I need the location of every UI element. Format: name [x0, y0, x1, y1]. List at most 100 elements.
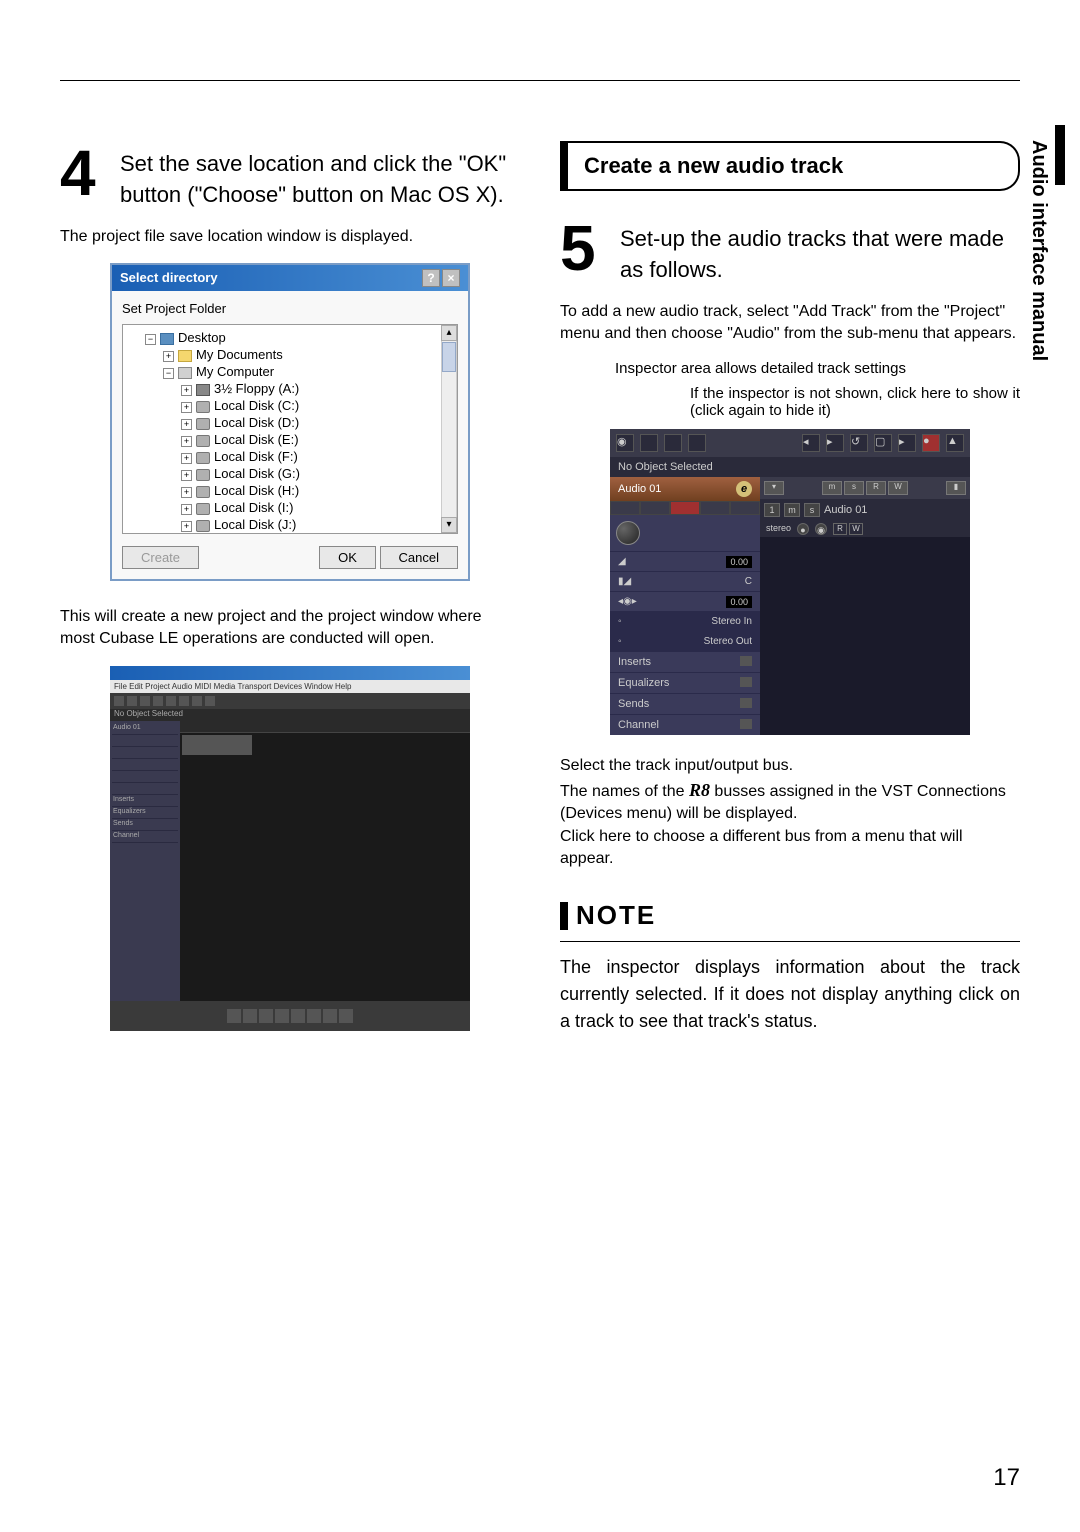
expand-icon[interactable]: + — [181, 504, 192, 515]
toolbar-icon[interactable] — [640, 434, 658, 452]
mute-button[interactable]: m — [822, 481, 842, 495]
solo-button[interactable]: s — [844, 481, 864, 495]
write-automation-button[interactable]: W — [888, 481, 908, 495]
help-button[interactable]: ? — [422, 269, 440, 287]
monitor-button[interactable]: ◉ — [815, 523, 827, 535]
toolbar-icon[interactable] — [205, 696, 215, 706]
cancel-button[interactable]: Cancel — [380, 546, 458, 569]
inspector-tab-record[interactable] — [670, 501, 700, 515]
expand-icon[interactable]: + — [181, 453, 192, 464]
toolbar-icon[interactable] — [192, 696, 202, 706]
transport-panel[interactable] — [110, 1001, 470, 1031]
dropdown-icon[interactable]: ▾ — [764, 481, 784, 495]
scroll-up-button[interactable]: ▴ — [441, 325, 457, 341]
inspector-toggle-icon[interactable]: ◉ — [616, 434, 634, 452]
toolbar-icon[interactable] — [664, 434, 682, 452]
read-automation-button[interactable]: R — [866, 481, 886, 495]
pan-icon[interactable]: ▮◢ — [618, 576, 631, 587]
toolbar-icon[interactable] — [166, 696, 176, 706]
tree-item-disk-i[interactable]: +Local Disk (I:) — [127, 499, 453, 516]
edit-channel-button[interactable]: e — [736, 481, 752, 497]
delay-icon[interactable]: ◂◉▸ — [618, 596, 637, 607]
input-bus-selector[interactable]: ◦Stereo In — [610, 611, 760, 631]
toolbar-icon[interactable] — [688, 434, 706, 452]
track-icon[interactable]: ▮ — [946, 481, 966, 495]
timeline-ruler[interactable] — [180, 721, 470, 733]
scroll-down-button[interactable]: ▾ — [441, 517, 457, 533]
arrow-tool-icon[interactable]: ▲ — [946, 434, 964, 452]
toolbar-icon[interactable] — [140, 696, 150, 706]
expand-icon[interactable]: + — [181, 402, 192, 413]
expand-icon[interactable]: + — [181, 470, 192, 481]
close-button[interactable]: × — [442, 269, 460, 287]
inspector-tab[interactable] — [610, 501, 640, 515]
toolbar-icon[interactable] — [114, 696, 124, 706]
inspector-tab[interactable] — [640, 501, 670, 515]
rewind-button[interactable] — [227, 1009, 241, 1023]
inspector-inserts[interactable]: Inserts — [112, 795, 178, 807]
inspector-sends[interactable]: Sends — [610, 693, 760, 714]
collapse-icon[interactable]: − — [145, 334, 156, 345]
next-button[interactable] — [275, 1009, 289, 1023]
toolbar-icon[interactable] — [127, 696, 137, 706]
inspector-panel[interactable]: Audio 01 Inserts Equalizers Sends Channe… — [110, 721, 180, 1001]
inspector-channel[interactable]: Channel — [610, 714, 760, 735]
expand-icon[interactable]: + — [181, 521, 192, 532]
cycle-icon[interactable]: ↺ — [850, 434, 868, 452]
tree-item-disk-k[interactable]: +ローカル (K:) — [127, 533, 453, 534]
expand-icon[interactable]: + — [163, 351, 174, 362]
folder-tree[interactable]: ▴ ▾ −Desktop +My Documents −My Computer … — [122, 324, 458, 534]
write-automation-button[interactable]: W — [849, 523, 863, 535]
inspector-panel[interactable]: Audio 01 e ◢0.00 — [610, 477, 760, 735]
prev-button[interactable] — [259, 1009, 273, 1023]
play-icon[interactable]: ▸ — [898, 434, 916, 452]
channel-icon[interactable] — [740, 719, 752, 729]
record-button[interactable] — [339, 1009, 353, 1023]
expand-icon[interactable]: + — [181, 419, 192, 430]
ok-button[interactable]: OK — [319, 546, 376, 569]
expand-icon[interactable]: + — [181, 385, 192, 396]
menu-bar[interactable]: File Edit Project Audio MIDI Media Trans… — [110, 680, 470, 693]
tree-item-disk-h[interactable]: +Local Disk (H:) — [127, 482, 453, 499]
record-icon[interactable]: ● — [922, 434, 940, 452]
tree-item-disk-f[interactable]: +Local Disk (F:) — [127, 448, 453, 465]
collapse-icon[interactable]: − — [163, 368, 174, 379]
tree-item-mycomputer[interactable]: −My Computer — [127, 363, 453, 380]
record-enable-button[interactable]: ● — [797, 523, 809, 535]
bypass-icon[interactable] — [740, 677, 752, 687]
stop-icon[interactable]: ▢ — [874, 434, 892, 452]
bypass-icon[interactable] — [740, 656, 752, 666]
fast-forward-button[interactable] — [243, 1009, 257, 1023]
track-header[interactable] — [182, 735, 252, 755]
output-bus-selector[interactable]: ◦Stereo Out — [610, 631, 760, 651]
inspector-equalizers[interactable]: Equalizers — [610, 672, 760, 693]
tree-item-disk-j[interactable]: +Local Disk (J:) — [127, 516, 453, 533]
tree-item-floppy[interactable]: +3½ Floppy (A:) — [127, 380, 453, 397]
tree-item-desktop[interactable]: −Desktop — [127, 329, 453, 346]
tree-item-disk-d[interactable]: +Local Disk (D:) — [127, 414, 453, 431]
scrollbar-thumb[interactable] — [442, 342, 456, 372]
expand-icon[interactable]: + — [181, 436, 192, 447]
inspector-track-name[interactable]: Audio 01 — [112, 723, 178, 735]
inspector-tab[interactable] — [730, 501, 760, 515]
stop-button[interactable] — [307, 1009, 321, 1023]
inspector-sends[interactable]: Sends — [112, 819, 178, 831]
expand-icon[interactable]: + — [181, 487, 192, 498]
tree-item-disk-g[interactable]: +Local Disk (G:) — [127, 465, 453, 482]
play-button[interactable] — [323, 1009, 337, 1023]
read-automation-button[interactable]: R — [833, 523, 847, 535]
volume-fader-icon[interactable]: ◢ — [618, 556, 626, 567]
cycle-button[interactable] — [291, 1009, 305, 1023]
solo-button[interactable]: s — [804, 503, 820, 517]
toolbar[interactable]: ◉ ◂ ▸ ↺ ▢ ▸ ● ▲ — [610, 429, 970, 457]
toolbar-icon[interactable] — [153, 696, 163, 706]
tree-item-disk-c[interactable]: +Local Disk (C:) — [127, 397, 453, 414]
mute-button[interactable]: m — [784, 503, 800, 517]
inspector-tab[interactable] — [700, 501, 730, 515]
create-button[interactable]: Create — [122, 546, 199, 569]
next-icon[interactable]: ▸ — [826, 434, 844, 452]
prev-icon[interactable]: ◂ — [802, 434, 820, 452]
bypass-icon[interactable] — [740, 698, 752, 708]
toolbar-icon[interactable] — [179, 696, 189, 706]
inspector-equalizers[interactable]: Equalizers — [112, 807, 178, 819]
